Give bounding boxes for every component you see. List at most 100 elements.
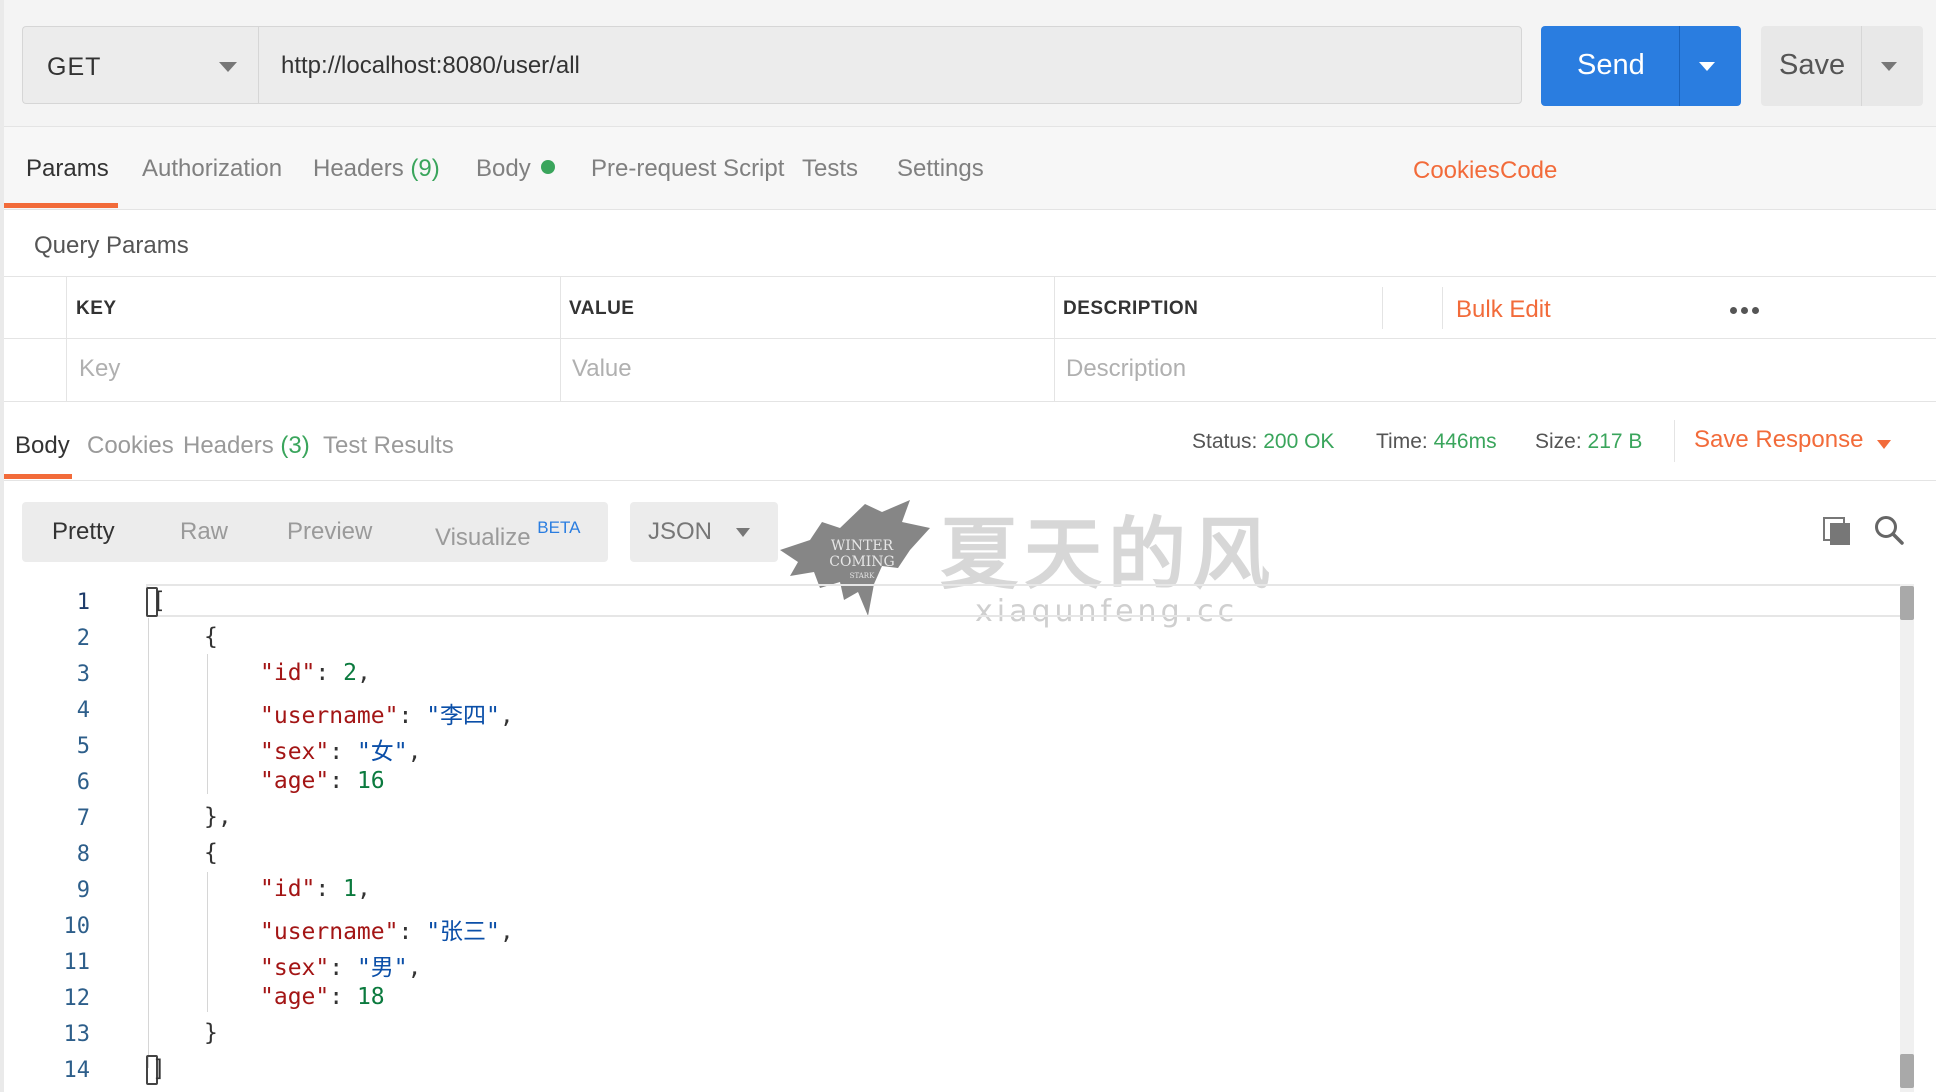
tab-headers-count: (9) bbox=[410, 155, 440, 182]
value-input[interactable]: Value bbox=[572, 355, 632, 383]
request-bar: GET http://localhost:8080/user/all Send … bbox=[4, 0, 1936, 127]
bulk-edit-link[interactable]: Bulk Edit bbox=[1456, 296, 1551, 324]
method-label: GET bbox=[47, 53, 102, 81]
tab-pre-request-script[interactable]: Pre-request Script bbox=[591, 155, 784, 183]
json-key: "username" bbox=[260, 703, 399, 729]
url-input[interactable]: http://localhost:8080/user/all bbox=[258, 26, 1522, 104]
code-link[interactable]: Code bbox=[1500, 157, 1557, 185]
value-column-header: VALUE bbox=[569, 298, 635, 319]
active-tab-indicator bbox=[4, 203, 118, 208]
view-visualize-button[interactable]: Visualize BETA bbox=[435, 518, 580, 552]
column-divider bbox=[1054, 277, 1055, 401]
body-view-mode-group: Pretty Raw Preview Visualize BETA bbox=[22, 502, 608, 562]
query-params-title: Query Params bbox=[34, 232, 189, 259]
line-number: 11 bbox=[63, 950, 91, 975]
response-tab-cookies[interactable]: Cookies bbox=[87, 432, 174, 460]
logo-text-3: STARK bbox=[850, 572, 875, 580]
line-number: 6 bbox=[76, 770, 90, 795]
query-params-table: KEY VALUE DESCRIPTION Bulk Edit Key Valu… bbox=[4, 276, 1936, 402]
json-key: "sex" bbox=[260, 739, 330, 765]
column-divider bbox=[1382, 287, 1383, 329]
line-number: 9 bbox=[76, 878, 90, 903]
line-number: 1 bbox=[76, 590, 90, 615]
view-raw-button[interactable]: Raw bbox=[180, 518, 228, 546]
time-info: Time: 446ms bbox=[1376, 430, 1497, 454]
code-line: } bbox=[204, 1020, 218, 1046]
line-number: 14 bbox=[63, 1058, 91, 1083]
response-body-editor[interactable]: 1 2 3 4 5 6 7 8 9 10 11 12 13 14 [ { "id… bbox=[0, 582, 1936, 1092]
view-preview-button[interactable]: Preview bbox=[287, 518, 372, 546]
response-tab-body[interactable]: Body bbox=[15, 432, 70, 460]
format-select[interactable]: JSON bbox=[630, 502, 778, 562]
code-line: "sex": "女", bbox=[260, 739, 422, 765]
method-select[interactable]: GET bbox=[22, 26, 258, 104]
description-column-header: DESCRIPTION bbox=[1063, 298, 1199, 319]
code-line: ] bbox=[152, 1056, 166, 1082]
json-number: 16 bbox=[356, 768, 385, 794]
line-number: 13 bbox=[63, 1022, 91, 1047]
response-tab-test-results[interactable]: Test Results bbox=[323, 432, 454, 460]
tab-settings[interactable]: Settings bbox=[897, 155, 984, 183]
time-value: 446ms bbox=[1433, 430, 1497, 453]
send-options-chevron-icon[interactable] bbox=[1699, 62, 1715, 71]
column-divider bbox=[1442, 287, 1443, 329]
tab-tests[interactable]: Tests bbox=[802, 155, 858, 183]
json-number: 2 bbox=[343, 660, 357, 686]
row-divider bbox=[4, 338, 1936, 339]
json-number: 18 bbox=[356, 984, 385, 1010]
key-column-header: KEY bbox=[76, 298, 117, 319]
json-number: 1 bbox=[343, 876, 357, 902]
response-tab-headers-label: Headers bbox=[183, 432, 274, 459]
tab-headers[interactable]: Headers (9) bbox=[313, 155, 440, 183]
description-input[interactable]: Description bbox=[1066, 355, 1186, 383]
code-line: "age": 16 bbox=[260, 768, 385, 794]
logo-text-1: WINTER bbox=[831, 538, 894, 554]
chevron-down-icon bbox=[736, 528, 750, 537]
response-divider bbox=[1674, 420, 1675, 462]
code-line: [ bbox=[152, 588, 166, 614]
json-key: "id" bbox=[260, 660, 316, 686]
save-button[interactable]: Save bbox=[1761, 26, 1923, 106]
save-divider bbox=[1861, 26, 1862, 106]
tab-body-label: Body bbox=[476, 155, 531, 182]
tab-authorization[interactable]: Authorization bbox=[142, 155, 282, 183]
key-input[interactable]: Key bbox=[79, 355, 120, 383]
save-options-chevron-icon[interactable] bbox=[1881, 62, 1897, 71]
response-tab-headers-count: (3) bbox=[280, 432, 310, 459]
send-label: Send bbox=[1577, 49, 1645, 81]
tab-params[interactable]: Params bbox=[26, 155, 109, 183]
code-line: "username": "张三", bbox=[260, 919, 514, 945]
save-label: Save bbox=[1779, 49, 1846, 81]
save-response-button[interactable]: Save Response bbox=[1694, 426, 1892, 454]
view-pretty-button[interactable]: Pretty bbox=[52, 518, 115, 546]
more-options-icon[interactable] bbox=[1730, 301, 1763, 319]
size-label: Size: bbox=[1535, 430, 1582, 453]
request-tabs: Params Authorization Headers (9) Body Pr… bbox=[4, 127, 1936, 210]
json-string: "女" bbox=[356, 739, 408, 765]
code-line: "id": 1, bbox=[260, 876, 371, 902]
visualize-label: Visualize bbox=[435, 524, 531, 551]
line-number: 10 bbox=[63, 914, 91, 939]
tab-body[interactable]: Body bbox=[476, 155, 555, 183]
size-value: 217 B bbox=[1587, 430, 1643, 453]
body-content-dot-icon bbox=[540, 160, 555, 174]
line-number: 3 bbox=[76, 662, 90, 687]
response-tab-headers[interactable]: Headers (3) bbox=[183, 432, 310, 460]
json-string: "男" bbox=[356, 955, 408, 981]
cookies-link[interactable]: Cookies bbox=[1413, 157, 1500, 185]
send-button[interactable]: Send bbox=[1541, 26, 1741, 106]
status-info: Status: 200 OK bbox=[1192, 430, 1334, 454]
status-label: Status: bbox=[1192, 430, 1258, 453]
postman-window: GET http://localhost:8080/user/all Send … bbox=[0, 0, 1944, 1092]
search-icon[interactable] bbox=[1873, 514, 1905, 546]
tab-headers-label: Headers bbox=[313, 155, 404, 182]
json-key: "age" bbox=[260, 768, 330, 794]
response-tabs: Body Cookies Headers (3) Test Results St… bbox=[4, 402, 1936, 481]
code-line: "sex": "男", bbox=[260, 955, 422, 981]
json-key: "username" bbox=[260, 919, 399, 945]
status-value: 200 OK bbox=[1263, 430, 1335, 453]
code-line: "id": 2, bbox=[260, 660, 371, 686]
code-line: { bbox=[204, 624, 218, 650]
code-line: }, bbox=[204, 804, 232, 830]
copy-icon[interactable] bbox=[1822, 516, 1852, 546]
